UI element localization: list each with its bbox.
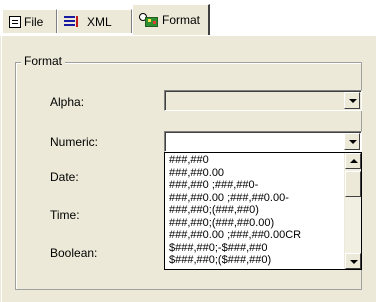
numeric-dropdown-button[interactable] xyxy=(344,133,360,150)
file-icon xyxy=(9,15,21,28)
tab-file-label: File xyxy=(24,14,44,29)
alpha-label: Alpha: xyxy=(50,95,85,109)
numeric-label: Numeric: xyxy=(50,135,99,149)
format-option-list: ###,##0 ###,##0.00 ###,##0 ;###,##0- ###… xyxy=(166,154,343,267)
boolean-label: Boolean: xyxy=(50,246,98,260)
list-item[interactable]: ###,##0 xyxy=(166,154,343,167)
tab-format[interactable]: Format xyxy=(132,4,210,35)
tab-xml[interactable]: XML xyxy=(57,9,132,33)
chevron-down-icon xyxy=(349,99,357,103)
list-item[interactable]: $###,##0;-$###,##0 xyxy=(166,242,343,255)
xml-icon xyxy=(64,15,84,28)
list-item[interactable]: ###,##0;(###,##0) xyxy=(166,204,343,217)
time-label: Time: xyxy=(50,208,80,222)
scroll-down-button[interactable] xyxy=(345,253,361,269)
format-icon xyxy=(139,12,159,28)
list-item[interactable]: ###,##0 ;###,##0- xyxy=(166,179,343,192)
list-item[interactable]: $###,##0;($###,##0) xyxy=(166,254,343,267)
list-item[interactable]: ###,##0.00 ;###,##0.00- xyxy=(166,192,343,205)
scroll-thumb[interactable] xyxy=(345,171,361,197)
tab-xml-label: XML xyxy=(87,14,112,29)
chevron-up-icon xyxy=(350,159,358,163)
list-item[interactable]: ###,##0.00 ;###,##0.00CR xyxy=(166,229,343,242)
chevron-down-icon xyxy=(349,140,357,144)
tab-file[interactable]: File xyxy=(2,9,57,33)
tab-strip: File XML Format xyxy=(0,0,376,36)
tab-format-label: Format xyxy=(162,13,201,27)
chevron-down-icon xyxy=(350,260,358,264)
alpha-combo[interactable] xyxy=(164,90,362,111)
alpha-dropdown-button[interactable] xyxy=(344,92,360,109)
list-item[interactable]: ###,##0.00 xyxy=(166,167,343,180)
scroll-up-button[interactable] xyxy=(345,153,361,169)
numeric-combo[interactable] xyxy=(164,131,362,152)
date-label: Date: xyxy=(50,170,79,184)
dropdown-scrollbar[interactable] xyxy=(344,153,361,269)
format-dialog: File XML Format Format Alpha: Numeric: D… xyxy=(0,0,376,302)
list-item[interactable]: ###,##0;(###,##0.00) xyxy=(166,217,343,230)
format-group-legend: Format xyxy=(21,54,66,68)
numeric-dropdown-list[interactable]: ###,##0 ###,##0.00 ###,##0 ;###,##0- ###… xyxy=(164,152,362,270)
